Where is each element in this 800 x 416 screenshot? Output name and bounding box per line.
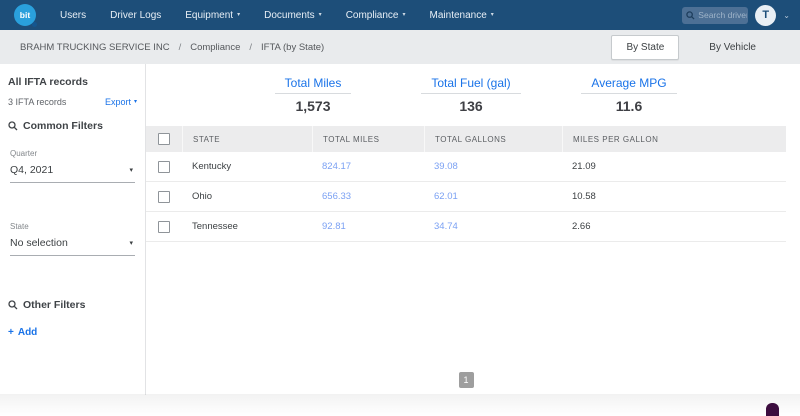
cell-state: Tennessee: [192, 221, 238, 232]
column-header-state: STATE: [182, 126, 312, 152]
stat-total-miles: Total Miles 1,573: [234, 74, 392, 114]
cell-total-gallons[interactable]: 34.74: [424, 221, 562, 232]
cell-mpg: 2.66: [572, 221, 591, 232]
page-1-button[interactable]: 1: [458, 372, 474, 388]
plus-icon: +: [8, 327, 14, 338]
stat-total-miles-label[interactable]: Total Miles: [274, 76, 352, 94]
cell-total-miles[interactable]: 656.33: [312, 191, 424, 202]
stat-average-mpg-label[interactable]: Average MPG: [581, 76, 677, 94]
search-box: [682, 6, 749, 24]
records-count-row: 3 IFTA records Export ▾: [8, 97, 137, 107]
cell-state: Kentucky: [192, 161, 232, 172]
cell-total-gallons[interactable]: 39.08: [424, 161, 562, 172]
cell-total-gallons[interactable]: 62.01: [424, 191, 562, 202]
row-checkbox[interactable]: [158, 220, 170, 233]
nav-item-documents[interactable]: Documents ▾: [264, 10, 322, 21]
user-avatar[interactable]: T: [755, 4, 777, 26]
select-all-checkbox[interactable]: [158, 133, 170, 145]
nav-item-compliance[interactable]: Compliance ▾: [346, 10, 406, 21]
common-filters-header: Common Filters: [8, 120, 137, 132]
quarter-select[interactable]: Q4, 2021 ▾: [10, 160, 135, 183]
nav-item-users[interactable]: Users: [60, 10, 86, 21]
navbar-right: T ⌄: [682, 4, 790, 26]
column-header-total-miles: TOTAL MILES: [312, 126, 424, 152]
breadcrumb-bar: BRAHM TRUCKING SERVICE INC / Compliance …: [0, 30, 800, 64]
breadcrumb-separator: /: [249, 41, 253, 53]
search-icon: [8, 300, 18, 310]
caret-down-icon: ▾: [490, 12, 494, 18]
top-navbar: bit Users Driver Logs Equipment ▾ Docume…: [0, 0, 800, 30]
column-header-total-gallons: TOTAL GALLONS: [424, 126, 562, 152]
column-header-mpg: MILES PER GALLON: [562, 126, 786, 152]
app-logo[interactable]: bit: [14, 4, 37, 27]
nav-item-driver-logs[interactable]: Driver Logs: [110, 10, 161, 21]
stat-average-mpg-value: 11.6: [615, 98, 643, 114]
table-row: Tennessee 92.81 34.74 2.66: [146, 212, 786, 242]
breadcrumb-separator: /: [178, 41, 182, 53]
nav-item-equipment[interactable]: Equipment ▾: [185, 10, 240, 21]
table-header-row: STATE TOTAL MILES TOTAL GALLONS MILES PE…: [146, 126, 786, 152]
breadcrumb: BRAHM TRUCKING SERVICE INC / Compliance …: [20, 42, 324, 53]
row-checkbox[interactable]: [158, 190, 170, 203]
records-count: 3 IFTA records: [8, 97, 67, 107]
chat-widget-button[interactable]: [766, 403, 779, 416]
caret-down-icon: ▾: [402, 12, 406, 18]
search-input[interactable]: [695, 10, 748, 20]
records-title: All IFTA records: [8, 76, 88, 88]
caret-down-icon: ▾: [318, 12, 322, 18]
quarter-filter-label: Quarter: [10, 149, 38, 158]
main-panel: Total Miles 1,573 Total Fuel (gal) 136 A…: [146, 64, 800, 395]
export-button[interactable]: Export ▾: [105, 97, 137, 107]
filters-sidebar: All IFTA records 3 IFTA records Export ▾…: [0, 64, 146, 395]
stat-total-miles-value: 1,573: [295, 98, 331, 114]
search-icon: [8, 121, 18, 131]
stat-total-fuel: Total Fuel (gal) 136: [392, 74, 550, 114]
by-state-button[interactable]: By State: [611, 34, 680, 60]
state-filter-label: State: [10, 222, 29, 231]
pagination: 1: [146, 372, 786, 388]
stat-total-fuel-label[interactable]: Total Fuel (gal): [421, 76, 521, 94]
stat-total-fuel-value: 136: [459, 98, 483, 114]
breadcrumb-company[interactable]: BRAHM TRUCKING SERVICE INC: [20, 42, 170, 53]
caret-down-icon: ▾: [133, 99, 137, 105]
cell-total-miles[interactable]: 824.17: [312, 161, 424, 172]
chevron-down-icon[interactable]: ⌄: [783, 11, 790, 20]
view-toggle: By State By Vehicle: [611, 34, 770, 60]
other-filters-header: Other Filters: [8, 299, 137, 311]
cell-mpg: 21.09: [572, 161, 596, 172]
caret-down-icon: ▾: [129, 167, 133, 174]
cell-total-miles[interactable]: 92.81: [312, 221, 424, 232]
footer-shadow: [0, 394, 800, 416]
caret-down-icon: ▾: [129, 240, 133, 247]
caret-down-icon: ▾: [237, 12, 241, 18]
cell-state: Ohio: [192, 191, 213, 202]
state-select[interactable]: No selection ▾: [10, 233, 135, 256]
by-vehicle-button[interactable]: By Vehicle: [695, 36, 770, 59]
main-nav: Users Driver Logs Equipment ▾ Documents …: [60, 10, 494, 21]
app-window: bit Users Driver Logs Equipment ▾ Docume…: [0, 0, 800, 416]
summary-stats: Total Miles 1,573 Total Fuel (gal) 136 A…: [234, 74, 800, 114]
stat-average-mpg: Average MPG 11.6: [550, 74, 708, 114]
table-row: Kentucky 824.17 39.08 21.09: [146, 152, 786, 182]
table-row: Ohio 656.33 62.01 10.58: [146, 182, 786, 212]
state-filter: State No selection ▾: [8, 222, 137, 256]
add-filter-button[interactable]: + Add: [8, 327, 137, 338]
search-icon: [686, 10, 695, 20]
quarter-filter: Quarter Q4, 2021 ▾: [8, 149, 137, 183]
breadcrumb-current-page: IFTA (by State): [261, 41, 325, 53]
ifta-table: STATE TOTAL MILES TOTAL GALLONS MILES PE…: [146, 126, 786, 242]
logo-text: bit: [19, 10, 31, 20]
nav-item-maintenance[interactable]: Maintenance ▾: [430, 10, 494, 21]
breadcrumb-section[interactable]: Compliance: [190, 42, 240, 53]
row-checkbox[interactable]: [158, 160, 170, 173]
content-area: All IFTA records 3 IFTA records Export ▾…: [0, 64, 800, 395]
cell-mpg: 10.58: [572, 191, 596, 202]
